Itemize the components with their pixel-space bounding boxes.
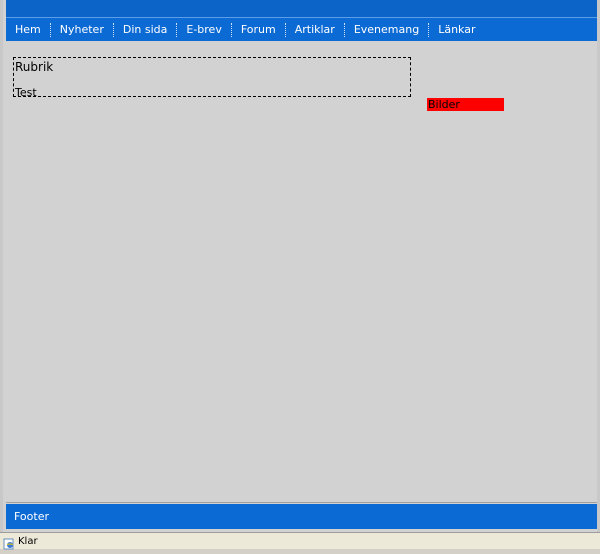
- nav-separator: [343, 22, 345, 37]
- status-text: Klar: [18, 535, 38, 547]
- content-box: Rubrik Test: [13, 57, 411, 99]
- nav-item-lankar[interactable]: Länkar: [436, 23, 484, 36]
- nav-item-e-brev[interactable]: E-brev: [184, 23, 230, 36]
- status-bar: Klar: [0, 532, 600, 550]
- ie-page-icon: [3, 535, 15, 550]
- content-text: Test: [15, 86, 37, 99]
- nav-item-artiklar[interactable]: Artiklar: [293, 23, 344, 36]
- sidebar-block: Bilder: [427, 98, 504, 111]
- nav-item-evenemang[interactable]: Evenemang: [352, 23, 428, 36]
- main-nav: Hem Nyheter Din sida E-brev Forum Artikl…: [6, 17, 597, 41]
- content-title: Rubrik: [15, 60, 54, 74]
- nav-separator: [428, 22, 430, 37]
- header-bar: [6, 0, 597, 17]
- nav-separator: [176, 22, 178, 37]
- nav-item-nyheter[interactable]: Nyheter: [58, 23, 113, 36]
- nav-item-hem[interactable]: Hem: [13, 23, 50, 36]
- nav-separator: [284, 22, 286, 37]
- nav-item-forum[interactable]: Forum: [239, 23, 285, 36]
- footer: Footer: [6, 504, 597, 529]
- nav-separator: [49, 22, 51, 37]
- nav-separator: [112, 22, 114, 37]
- footer-divider: [6, 502, 597, 503]
- nav-separator: [230, 22, 232, 37]
- footer-text: Footer: [14, 510, 49, 523]
- sidebar-label: Bilder: [428, 98, 460, 111]
- nav-item-din-sida[interactable]: Din sida: [121, 23, 177, 36]
- browser-window: Hem Nyheter Din sida E-brev Forum Artikl…: [0, 0, 600, 532]
